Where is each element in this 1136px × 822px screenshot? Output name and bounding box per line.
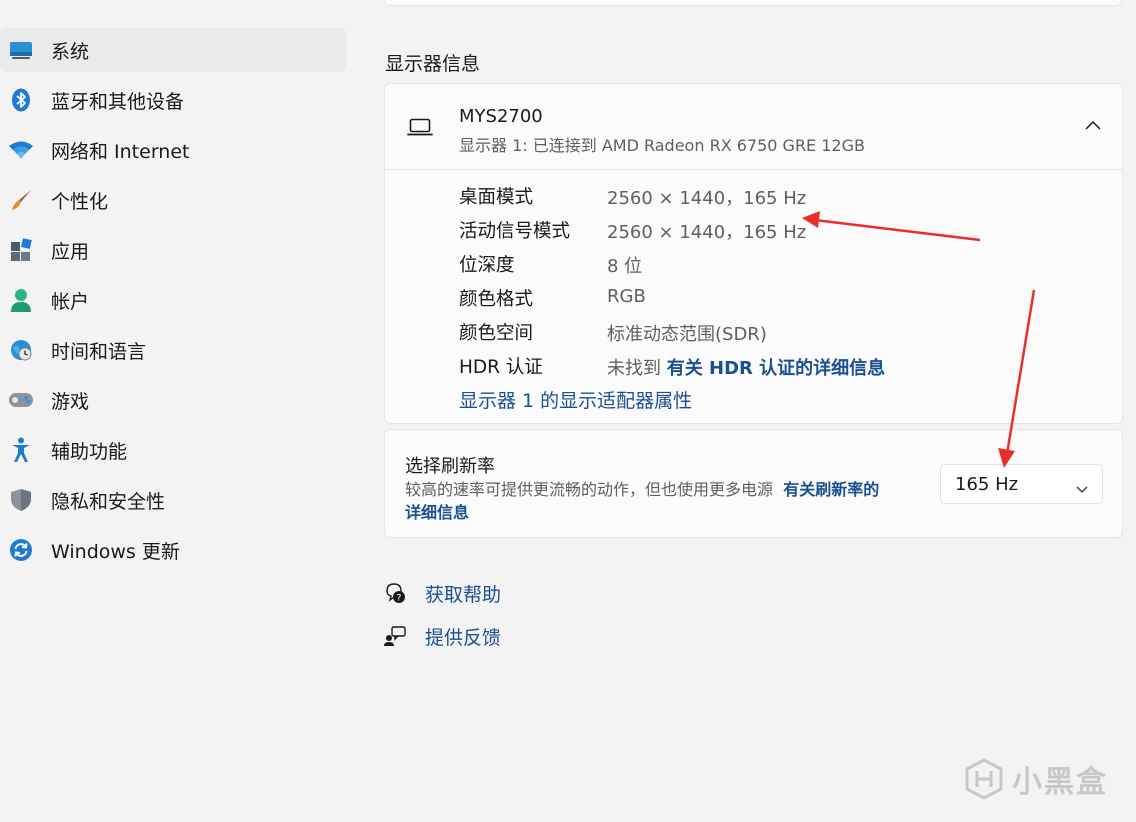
system-display-icon [8, 38, 34, 62]
sidebar-item-privacy[interactable]: 隐私和安全性 [0, 478, 346, 522]
sidebar-item-label: 时间和语言 [51, 340, 147, 363]
sidebar-item-label: 网络和 Internet [51, 140, 190, 163]
sidebar-item-gaming[interactable]: 游戏 [0, 378, 346, 422]
display-info-header[interactable]: MYS2700 显示器 1: 已连接到 AMD Radeon RX 6750 G… [385, 84, 1122, 170]
sidebar-item-apps[interactable]: 应用 [0, 228, 346, 272]
windows-update-icon [8, 538, 34, 562]
watermark: 小黑盒 [964, 754, 1114, 804]
hdr-cert-link[interactable]: 有关 HDR 认证的详细信息 [667, 358, 885, 379]
laptop-monitor-icon [407, 116, 433, 138]
sidebar-item-accessibility[interactable]: 辅助功能 [0, 428, 346, 472]
color-format-value: RGB [607, 286, 646, 307]
sidebar-item-windows-update[interactable]: Windows 更新 [0, 528, 346, 572]
chevron-up-icon[interactable] [1084, 118, 1102, 132]
sidebar-item-label: 应用 [51, 240, 90, 263]
refresh-link-part1[interactable]: 有关刷新率的 [783, 480, 879, 499]
refresh-rate-selected: 165 Hz [955, 474, 1019, 495]
get-help-text[interactable]: 获取帮助 [425, 580, 501, 607]
feedback-icon [384, 625, 406, 647]
sidebar-item-label: 游戏 [51, 390, 90, 413]
chevron-down-icon [1076, 479, 1088, 493]
active-signal-value: 2560 × 1440，165 Hz [607, 222, 807, 243]
refresh-rate-title: 选择刷新率 [405, 456, 495, 477]
desktop-mode-label: 桌面模式 [459, 187, 534, 208]
refresh-rate-desc-text: 较高的速率可提供更流畅的动作，但也使用更多电源 [405, 480, 774, 499]
hdr-cert-status: 未找到 [607, 358, 661, 379]
sidebar-item-label: 辅助功能 [51, 440, 128, 463]
refresh-rate-card: 选择刷新率 较高的速率可提供更流畅的动作，但也使用更多电源 有关刷新率的详细信息… [384, 429, 1123, 538]
display-info-card: MYS2700 显示器 1: 已连接到 AMD Radeon RX 6750 G… [384, 83, 1123, 424]
sidebar-item-label: 系统 [51, 40, 90, 63]
time-language-icon [8, 338, 34, 362]
color-space-label: 颜色空间 [459, 323, 534, 344]
color-space-value: 标准动态范围(SDR) [607, 324, 767, 345]
watermark-logo-icon [965, 758, 1003, 800]
bit-depth-value: 8 位 [607, 256, 643, 277]
help-chat-icon: ? [384, 582, 406, 604]
sidebar-item-label: 帐户 [51, 290, 90, 313]
sidebar-item-system[interactable]: 系统 [0, 28, 346, 72]
get-help-link[interactable]: ? 获取帮助 [384, 580, 684, 608]
sidebar-item-time-language[interactable]: 时间和语言 [0, 328, 346, 372]
refresh-link-part2[interactable]: 详细信息 [405, 503, 469, 522]
sidebar-item-label: Windows 更新 [51, 540, 180, 563]
account-icon [8, 288, 34, 312]
bit-depth-label: 位深度 [459, 255, 515, 276]
sidebar-item-network[interactable]: 网络和 Internet [0, 128, 346, 172]
refresh-rate-description: 较高的速率可提供更流畅的动作，但也使用更多电源 有关刷新率的详细信息 [405, 478, 925, 524]
apps-icon [8, 238, 34, 262]
monitor-name: MYS2700 [459, 106, 543, 127]
watermark-text: 小黑盒 [1012, 765, 1108, 800]
sidebar-item-bluetooth[interactable]: 蓝牙和其他设备 [0, 78, 346, 122]
sidebar-item-label: 隐私和安全性 [51, 490, 166, 513]
sidebar: 系统 蓝牙和其他设备 网络和 Internet 个性化 应用 帐户 时间和语言 … [0, 0, 360, 822]
desktop-mode-value: 2560 × 1440，165 Hz [607, 188, 807, 209]
hdr-cert-label: HDR 认证 [459, 357, 543, 378]
monitor-connection: 显示器 1: 已连接到 AMD Radeon RX 6750 GRE 12GB [459, 136, 865, 155]
gamepad-icon [8, 388, 34, 412]
hdr-cert-value: 未找到 有关 HDR 认证的详细信息 [607, 354, 885, 380]
settings-window: 系统 蓝牙和其他设备 网络和 Internet 个性化 应用 帐户 时间和语言 … [0, 0, 1136, 822]
section-title: 显示器信息 [385, 53, 481, 75]
sidebar-item-label: 蓝牙和其他设备 [51, 90, 185, 113]
main-content: 显示器信息 MYS2700 显示器 1: 已连接到 AMD Radeon RX … [384, 0, 1124, 822]
color-format-label: 颜色格式 [459, 289, 534, 310]
previous-card [384, 0, 1122, 6]
display-adapter-properties-link[interactable]: 显示器 1 的显示适配器属性 [459, 386, 692, 413]
paintbrush-icon [8, 188, 34, 212]
svg-text:?: ? [397, 594, 402, 604]
sidebar-item-accounts[interactable]: 帐户 [0, 278, 346, 322]
sidebar-item-label: 个性化 [51, 190, 109, 213]
refresh-rate-dropdown[interactable]: 165 Hz [940, 464, 1103, 504]
sidebar-item-personalization[interactable]: 个性化 [0, 178, 346, 222]
give-feedback-text[interactable]: 提供反馈 [425, 623, 501, 650]
give-feedback-link[interactable]: 提供反馈 [384, 623, 684, 651]
accessibility-icon [8, 437, 34, 462]
active-signal-label: 活动信号模式 [459, 221, 571, 242]
wifi-icon [8, 138, 34, 162]
bluetooth-icon [8, 88, 34, 112]
shield-icon [8, 488, 34, 512]
